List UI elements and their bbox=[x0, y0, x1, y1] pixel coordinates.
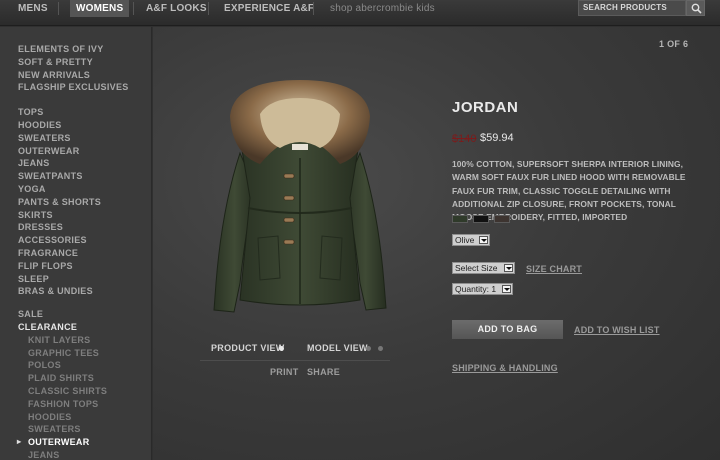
category-sidebar: Elements of Ivy Soft & Pretty New Arriva… bbox=[0, 27, 152, 460]
add-to-bag-button[interactable]: Add to Bag bbox=[452, 320, 563, 339]
color-swatch-brown[interactable] bbox=[494, 215, 510, 223]
nav-divider bbox=[313, 2, 314, 15]
sidebar-item-yoga[interactable]: Yoga bbox=[0, 183, 151, 196]
sidebar-item-flagship-exclusives[interactable]: Flagship Exclusives bbox=[0, 81, 151, 94]
sidebar-item-hoodies[interactable]: Hoodies bbox=[0, 119, 151, 132]
model-view-dot-2[interactable] bbox=[378, 346, 383, 351]
sidebar-item-clearance[interactable]: Clearance bbox=[0, 321, 151, 334]
sidebar-item-flip-flops[interactable]: Flip Flops bbox=[0, 260, 151, 273]
top-navigation: Mens Womens A&F Looks Experience A&F sho… bbox=[0, 0, 720, 26]
chevron-down-icon bbox=[504, 264, 513, 272]
sidebar-item-outerwear[interactable]: Outerwear bbox=[0, 145, 151, 158]
tab-mens[interactable]: Mens bbox=[18, 0, 48, 17]
divider bbox=[200, 360, 390, 361]
original-price: $140 bbox=[452, 133, 477, 145]
chevron-down-icon bbox=[479, 236, 488, 244]
size-select[interactable]: Select Size bbox=[452, 262, 515, 274]
sidebar-subitem-fashion-tops[interactable]: Fashion Tops bbox=[0, 398, 151, 411]
sidebar-item-bras-undies[interactable]: Bras & Undies bbox=[0, 285, 151, 298]
tab-af-looks[interactable]: A&F Looks bbox=[146, 0, 207, 17]
model-view-label[interactable]: Model View bbox=[307, 343, 368, 353]
sidebar-item-skirts[interactable]: Skirts bbox=[0, 209, 151, 222]
sidebar-item-fragrance[interactable]: Fragrance bbox=[0, 247, 151, 260]
product-view-dot[interactable] bbox=[279, 346, 284, 351]
product-title: Jordan bbox=[452, 99, 519, 116]
sidebar-item-soft-pretty[interactable]: Soft & Pretty bbox=[0, 56, 151, 69]
sidebar-subitem-outerwear[interactable]: Outerwear bbox=[0, 436, 151, 449]
sidebar-item-sale[interactable]: Sale bbox=[0, 308, 151, 321]
color-swatch-olive[interactable] bbox=[452, 215, 468, 223]
sidebar-item-tops[interactable]: Tops bbox=[0, 106, 151, 119]
product-image[interactable] bbox=[200, 78, 400, 320]
sale-price: $59.94 bbox=[480, 132, 514, 144]
tab-experience-af[interactable]: Experience A&F bbox=[224, 0, 314, 17]
sidebar-item-dresses[interactable]: Dresses bbox=[0, 221, 151, 234]
sidebar-item-new-arrivals[interactable]: New Arrivals bbox=[0, 69, 151, 82]
color-swatch-black[interactable] bbox=[473, 215, 489, 223]
sidebar-item-jeans[interactable]: Jeans bbox=[0, 157, 151, 170]
print-link[interactable]: Print bbox=[270, 367, 299, 377]
page-counter: 1 OF 6 bbox=[659, 39, 689, 49]
add-to-wishlist-link[interactable]: Add to Wish List bbox=[574, 325, 660, 335]
size-chart-link[interactable]: Size Chart bbox=[526, 264, 582, 274]
sidebar-subitem-plaid-shirts[interactable]: Plaid Shirts bbox=[0, 372, 151, 385]
tab-womens[interactable]: Womens bbox=[70, 0, 130, 17]
sidebar-subitem-sweaters[interactable]: Sweaters bbox=[0, 423, 151, 436]
nav-divider bbox=[58, 2, 59, 15]
color-select-value: Olive bbox=[455, 235, 475, 245]
search-input[interactable]: Search Products bbox=[578, 0, 686, 16]
sidebar-subitem-knit-layers[interactable]: Knit Layers bbox=[0, 334, 151, 347]
chevron-down-icon bbox=[502, 285, 511, 293]
model-view-dot-1[interactable] bbox=[366, 346, 371, 351]
sidebar-item-sleep[interactable]: Sleep bbox=[0, 273, 151, 286]
sidebar-item-elements-of-ivy[interactable]: Elements of Ivy bbox=[0, 43, 151, 56]
nav-divider bbox=[133, 2, 134, 15]
quantity-select[interactable]: Quantity: 1 bbox=[452, 283, 513, 295]
sidebar-item-sweaters[interactable]: Sweaters bbox=[0, 132, 151, 145]
search-icon bbox=[691, 3, 702, 14]
nav-divider bbox=[208, 2, 209, 15]
sidebar-subitem-classic-shirts[interactable]: Classic Shirts bbox=[0, 385, 151, 398]
sidebar-item-accessories[interactable]: Accessories bbox=[0, 234, 151, 247]
sidebar-subitem-graphic-tees[interactable]: Graphic Tees bbox=[0, 347, 151, 360]
sidebar-subitem-jeans[interactable]: Jeans bbox=[0, 449, 151, 460]
next-product-button[interactable] bbox=[694, 33, 712, 53]
sidebar-item-pants-shorts[interactable]: Pants & Shorts bbox=[0, 196, 151, 209]
size-select-value: Select Size bbox=[455, 263, 498, 273]
shipping-handling-link[interactable]: Shipping & Handling bbox=[452, 363, 558, 373]
product-description: 100% cotton, supersoft sherpa interior l… bbox=[452, 159, 686, 223]
sidebar-item-sweatpants[interactable]: Sweatpants bbox=[0, 170, 151, 183]
tab-abercrombie-kids[interactable]: shop abercrombie kids bbox=[330, 0, 435, 17]
search-button[interactable] bbox=[686, 0, 705, 16]
product-view-label[interactable]: Product View bbox=[211, 343, 285, 353]
color-select[interactable]: Olive bbox=[452, 234, 490, 246]
sidebar-subitem-hoodies[interactable]: Hoodies bbox=[0, 411, 151, 424]
quantity-select-value: Quantity: 1 bbox=[455, 284, 497, 294]
share-link[interactable]: Share bbox=[307, 367, 340, 377]
sidebar-subitem-polos[interactable]: Polos bbox=[0, 359, 151, 372]
